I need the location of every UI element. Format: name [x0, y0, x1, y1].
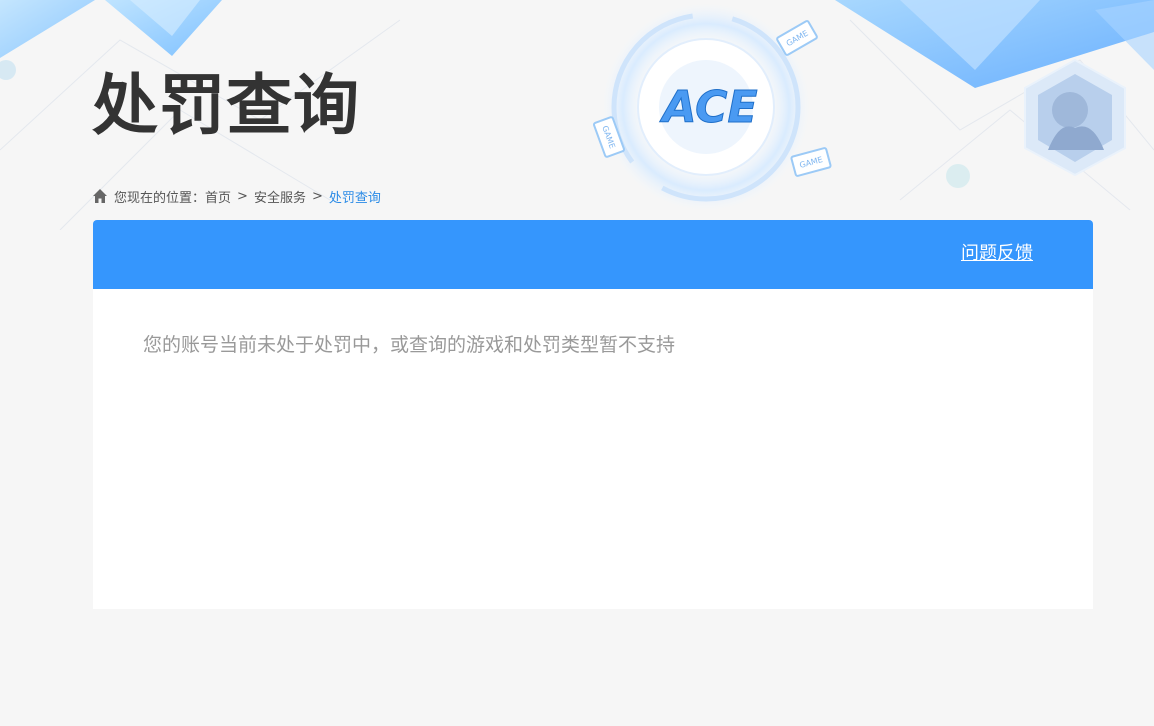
breadcrumb-separator: > — [311, 188, 323, 204]
character-avatar — [1024, 58, 1126, 177]
game-badge-icon: GAME GAME GAME — [593, 20, 832, 177]
breadcrumb-prefix: 您现在的位置： — [114, 190, 206, 206]
breadcrumb: 您现在的位置： 首页 > 安全服务 > 处罚查询 — [92, 186, 381, 206]
status-message: 您的账号当前未处于处罚中，或查询的游戏和处罚类型暂不支持 — [143, 334, 676, 356]
result-panel: 问题反馈 您的账号当前未处于处罚中，或查询的游戏和处罚类型暂不支持 — [93, 220, 1093, 609]
home-icon — [93, 189, 107, 203]
svg-text:GAME: GAME — [799, 155, 824, 170]
panel-header: 问题反馈 — [93, 220, 1093, 289]
breadcrumb-link-home[interactable]: 首页 — [205, 187, 231, 206]
breadcrumb-link-security[interactable]: 安全服务 — [254, 187, 306, 206]
svg-text:GAME: GAME — [785, 29, 810, 49]
breadcrumb-separator: > — [237, 188, 248, 204]
ace-logo: ACE — [602, 3, 810, 211]
svg-text:ACE: ACE — [659, 82, 757, 133]
page-title: 处罚查询 — [92, 67, 360, 144]
feedback-link[interactable]: 问题反馈 — [961, 242, 1033, 266]
breadcrumb-current: 处罚查询 — [328, 190, 381, 206]
panel-body: 您的账号当前未处于处罚中，或查询的游戏和处罚类型暂不支持 — [93, 289, 1093, 401]
svg-text:GAME: GAME — [600, 125, 617, 150]
